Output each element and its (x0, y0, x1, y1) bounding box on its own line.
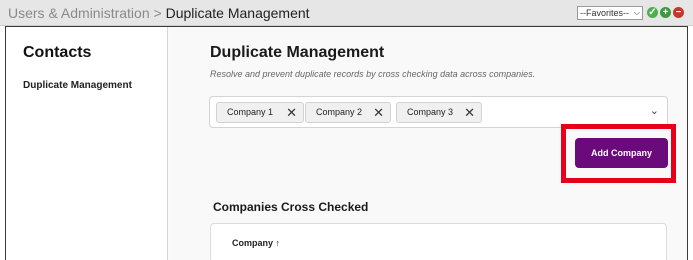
sidebar-title: Contacts (23, 44, 92, 61)
close-icon[interactable]: ✕ (373, 103, 384, 122)
companies-table: Company ↑ (210, 223, 667, 260)
app-frame: Contacts Duplicate Management Duplicate … (5, 26, 688, 260)
page-title: Duplicate Management (210, 44, 385, 61)
sort-arrow-icon: ↑ (275, 238, 281, 248)
company-chip: Company 2 ✕ (305, 102, 391, 123)
chip-label: Company 3 (407, 107, 454, 117)
favorites-value: --Favorites-- (580, 8, 629, 18)
chip-label: Company 1 (227, 107, 274, 117)
minus-circle-icon[interactable]: − (673, 7, 684, 18)
company-chip: Company 3 ✕ (396, 102, 482, 123)
top-bar: Users & Administration > Duplicate Manag… (0, 0, 693, 26)
sidebar-item-duplicate-management[interactable]: Duplicate Management (23, 80, 132, 91)
plus-circle-icon[interactable]: + (660, 7, 671, 18)
sidebar: Contacts Duplicate Management (6, 27, 168, 260)
close-icon[interactable]: ✕ (286, 103, 297, 122)
section-title: Companies Cross Checked (213, 200, 369, 214)
favorites-select[interactable]: --Favorites-- ⌵ (577, 6, 643, 20)
column-header-company[interactable]: Company ↑ (232, 238, 280, 248)
page-subtitle: Resolve and prevent duplicate records by… (210, 69, 536, 79)
chip-label: Company 2 (316, 107, 363, 117)
chevron-down-icon: ⌵ (633, 8, 640, 17)
main-content: Duplicate Management Resolve and prevent… (169, 27, 687, 260)
company-chip: Company 1 ✕ (216, 102, 304, 123)
breadcrumb: Users & Administration > Duplicate Manag… (8, 5, 310, 21)
chevron-down-icon[interactable]: ⌄ (650, 104, 659, 117)
check-circle-icon[interactable]: ✓ (647, 7, 658, 18)
column-header-label: Company (232, 238, 274, 248)
breadcrumb-current: Duplicate Management (165, 5, 310, 21)
close-icon[interactable]: ✕ (464, 103, 475, 122)
breadcrumb-parent[interactable]: Users & Administration (8, 5, 150, 21)
add-company-button[interactable]: Add Company (575, 138, 668, 168)
breadcrumb-separator: > (153, 5, 162, 21)
